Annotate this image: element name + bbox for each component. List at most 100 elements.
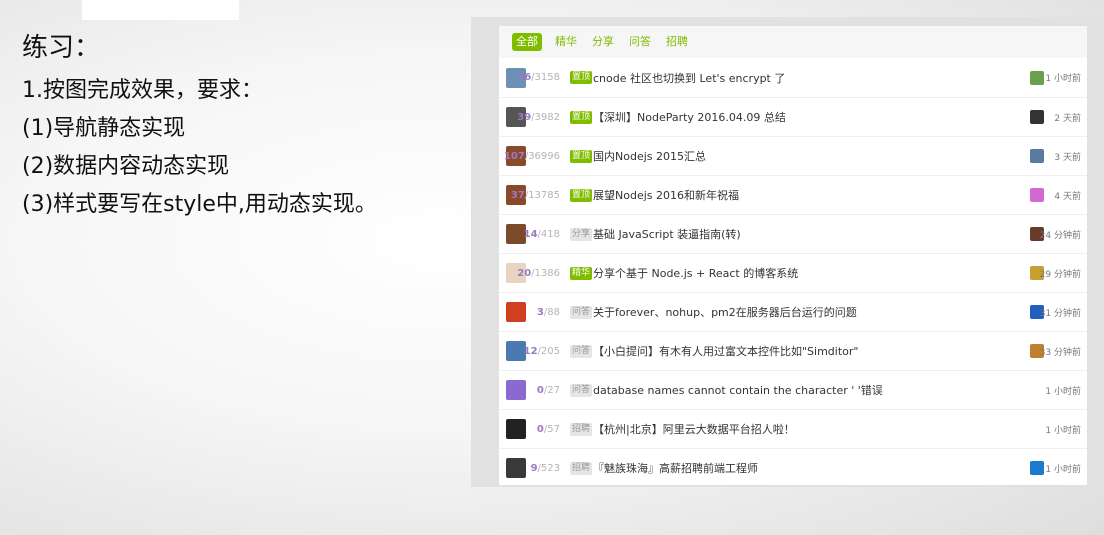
topic-tag: 置顶	[570, 188, 593, 202]
topic-row[interactable]: 0/27 问答 database names cannot contain the …	[499, 370, 1087, 409]
last-reply-time: 2 天前	[1054, 113, 1081, 124]
top-white-strip	[82, 0, 239, 20]
reply-count: 0	[536, 423, 544, 435]
reply-count: 14	[523, 228, 538, 240]
last-reply-time: 3 天前	[1054, 152, 1081, 163]
topic-row[interactable]: 39/3982 置顶 【深圳】NodeParty 2016.04.09 总结 2 天前	[499, 97, 1087, 136]
reply-view-count: 9/523	[531, 463, 560, 474]
requirement-line-1: 1.按图完成效果，要求：	[22, 78, 263, 103]
topic-board: 全部 精华 分享 问答 招聘 36/3158 置顶 cnode 社区也切换到 Let…	[499, 26, 1087, 485]
reply-count: 0	[536, 384, 544, 396]
topic-title[interactable]: 【杭州|北京】阿里云大数据平台招人啦！	[593, 421, 795, 437]
topic-tag: 招聘	[570, 461, 593, 475]
last-reply-avatar[interactable]	[1030, 110, 1044, 124]
requirement-line-4: (3)样式要写在style中,用动态实现。	[22, 192, 377, 217]
topic-tag: 问答	[570, 305, 593, 319]
last-reply-avatar[interactable]	[1030, 188, 1044, 202]
last-reply-time: 29 分钟前	[1039, 269, 1081, 280]
topic-title[interactable]: 基础 JavaScript 装逼指南(转)	[593, 226, 741, 242]
tab-job[interactable]: 招聘	[666, 34, 688, 50]
topic-tag: 置顶	[570, 71, 593, 84]
author-avatar[interactable]	[506, 458, 526, 478]
view-count: 13785	[528, 189, 560, 201]
reply-view-count: 37/13785	[511, 190, 560, 201]
reply-view-count: 36/3158	[517, 72, 560, 83]
reply-view-count: 20/1386	[517, 268, 560, 279]
topic-tag: 精华	[570, 266, 593, 280]
topic-row[interactable]: 37/13785 置顶 展望Nodejs 2016和新年祝福 4 天前	[499, 175, 1087, 214]
topic-tag: 置顶	[570, 149, 593, 163]
author-avatar[interactable]	[506, 302, 526, 322]
topic-list: 36/3158 置顶 cnode 社区也切换到 Let's encrypt 了1 小…	[499, 58, 1087, 487]
topic-tag: 问答	[570, 383, 593, 397]
reply-count: 37	[510, 189, 525, 201]
requirement-line-3: (2)数据内容动态实现	[22, 154, 230, 179]
tab-all[interactable]: 全部	[512, 33, 542, 51]
topic-tabs: 全部 精华 分享 问答 招聘	[499, 26, 1087, 58]
reply-count: 9	[530, 462, 538, 474]
reply-view-count: 14/418	[524, 229, 560, 240]
last-reply-time: 31 分钟前	[1039, 308, 1081, 319]
topic-title[interactable]: 【小白提问】有木有人用过富文本控件比如"Simditor"	[593, 343, 858, 359]
reply-count: 20	[517, 267, 532, 279]
topic-row[interactable]: 9/523 招聘 『魅族珠海』高薪招聘前端工程师 1 小时前	[499, 448, 1087, 487]
last-reply-time: 33 分钟前	[1039, 347, 1081, 358]
topic-tag: 问答	[570, 344, 593, 358]
reply-view-count: 12/205	[524, 346, 560, 357]
topic-row[interactable]: 107/36996 置顶 国内Nodejs 2015汇总 3 天前	[499, 136, 1087, 175]
tab-good[interactable]: 精华	[555, 34, 577, 50]
author-avatar[interactable]	[506, 419, 526, 439]
view-count: 3158	[534, 72, 560, 83]
reply-count: 36	[517, 72, 532, 83]
last-reply-time: 1 小时前	[1045, 386, 1081, 397]
view-count: 57	[547, 423, 560, 435]
topic-row[interactable]: 0/57 招聘 【杭州|北京】阿里云大数据平台招人啦！ 1 小时前	[499, 409, 1087, 448]
view-count: 523	[540, 462, 560, 474]
last-reply-time: 1 小时前	[1045, 425, 1081, 436]
last-reply-time: 24 分钟前	[1039, 230, 1081, 241]
last-reply-avatar[interactable]	[1030, 70, 1044, 85]
reply-view-count: 0/27	[537, 385, 560, 396]
view-count: 36996	[528, 150, 560, 162]
requirement-line-2: (1)导航静态实现	[22, 116, 186, 141]
reply-count: 39	[517, 111, 532, 123]
view-count: 88	[547, 306, 560, 318]
reply-count: 12	[523, 345, 538, 357]
screenshot-panel: 全部 精华 分享 问答 招聘 36/3158 置顶 cnode 社区也切换到 Let…	[471, 17, 1104, 487]
last-reply-time: 1 小时前	[1045, 464, 1081, 475]
view-count: 1386	[534, 267, 560, 279]
topic-row[interactable]: 3/88 问答 关于forever、nohup、pm2在服务器后台运行的问题 31 分…	[499, 292, 1087, 331]
topic-row[interactable]: 14/418 分享 基础 JavaScript 装逼指南(转) 24 分钟前	[499, 214, 1087, 253]
last-reply-avatar[interactable]	[1030, 461, 1044, 475]
topic-row[interactable]: 12/205 问答 【小白提问】有木有人用过富文本控件比如"Simditor" 33 …	[499, 331, 1087, 370]
topic-title[interactable]: 分享个基于 Node.js + React 的博客系统	[593, 265, 798, 281]
last-reply-avatar[interactable]	[1030, 149, 1044, 163]
view-count: 418	[540, 228, 560, 240]
topic-title[interactable]: database names cannot contain the charac…	[593, 382, 883, 398]
view-count: 27	[547, 384, 560, 396]
topic-row[interactable]: 36/3158 置顶 cnode 社区也切换到 Let's encrypt 了 1 小…	[499, 58, 1087, 97]
topic-title[interactable]: cnode 社区也切换到 Let's encrypt 了	[593, 70, 785, 86]
last-reply-time: 4 天前	[1054, 191, 1081, 202]
reply-view-count: 39/3982	[517, 112, 560, 123]
topic-tag: 置顶	[570, 110, 593, 124]
topic-title[interactable]: 『魅族珠海』高薪招聘前端工程师	[593, 460, 758, 476]
topic-title[interactable]: 展望Nodejs 2016和新年祝福	[593, 187, 739, 203]
author-avatar[interactable]	[506, 380, 526, 400]
tab-ask[interactable]: 问答	[629, 34, 651, 50]
exercise-text: 练习： 1.按图完成效果，要求： (1)导航静态实现 (2)数据内容动态实现 (…	[22, 30, 377, 224]
topic-tag: 分享	[570, 227, 593, 241]
topic-title[interactable]: 【深圳】NodeParty 2016.04.09 总结	[593, 109, 786, 125]
reply-count: 107	[503, 150, 525, 162]
reply-view-count: 0/57	[537, 424, 560, 435]
reply-view-count: 3/88	[537, 307, 560, 318]
tab-share[interactable]: 分享	[592, 34, 614, 50]
view-count: 205	[540, 345, 560, 357]
topic-title[interactable]: 关于forever、nohup、pm2在服务器后台运行的问题	[593, 304, 857, 320]
topic-row[interactable]: 20/1386 精华 分享个基于 Node.js + React 的博客系统 29 分…	[499, 253, 1087, 292]
reply-count: 3	[536, 306, 544, 318]
topic-tag: 招聘	[570, 422, 593, 436]
view-count: 3982	[534, 111, 560, 123]
topic-title[interactable]: 国内Nodejs 2015汇总	[593, 148, 706, 164]
reply-view-count: 107/36996	[504, 151, 560, 162]
